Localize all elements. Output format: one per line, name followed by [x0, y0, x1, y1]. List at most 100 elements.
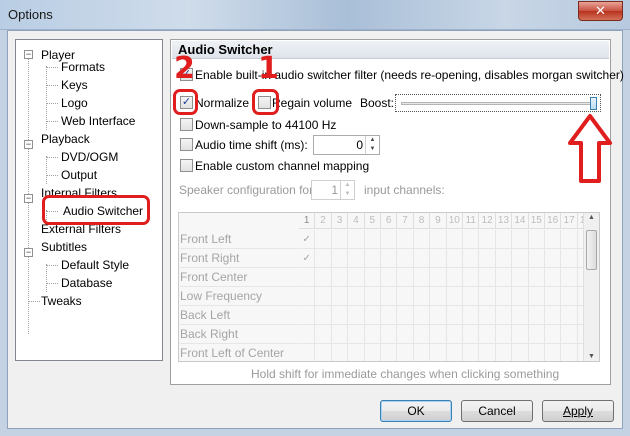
- grid-cell[interactable]: [545, 325, 562, 344]
- grid-cell[interactable]: [545, 306, 562, 325]
- tree-item-web-interface[interactable]: Web Interface: [61, 112, 135, 130]
- grid-cell[interactable]: [348, 287, 365, 306]
- tree-item-keys[interactable]: Keys: [61, 76, 88, 94]
- spin-up-icon[interactable]: ▲: [366, 136, 379, 145]
- grid-cell[interactable]: [529, 344, 545, 361]
- grid-cell[interactable]: [397, 325, 414, 344]
- grid-cell[interactable]: [430, 287, 447, 306]
- grid-cell[interactable]: [561, 344, 578, 361]
- grid-cell[interactable]: [315, 287, 332, 306]
- tree-collapse-playback[interactable]: −: [24, 140, 33, 149]
- grid-cell[interactable]: [446, 268, 463, 287]
- grid-cell[interactable]: [381, 306, 398, 325]
- grid-cell[interactable]: [413, 230, 431, 249]
- grid-cell[interactable]: [332, 344, 349, 361]
- grid-cell[interactable]: [561, 268, 578, 287]
- grid-cell[interactable]: [463, 344, 480, 361]
- grid-cell[interactable]: [315, 249, 332, 268]
- grid-cell[interactable]: [495, 268, 513, 287]
- grid-cell[interactable]: [381, 344, 398, 361]
- grid-cell[interactable]: [348, 268, 365, 287]
- grid-cell[interactable]: [447, 344, 463, 361]
- scroll-down-icon[interactable]: ▼: [584, 353, 599, 360]
- grid-cell[interactable]: [512, 287, 529, 306]
- cancel-button[interactable]: Cancel: [461, 400, 533, 422]
- downsample-checkbox[interactable]: [180, 118, 193, 131]
- grid-cell[interactable]: [561, 249, 578, 268]
- grid-cell[interactable]: [495, 230, 513, 249]
- grid-cell[interactable]: [430, 268, 447, 287]
- grid-cell[interactable]: [315, 230, 332, 249]
- grid-cell[interactable]: [413, 287, 431, 306]
- grid-cell[interactable]: [331, 230, 349, 249]
- grid-cell[interactable]: [331, 268, 349, 287]
- grid-cell[interactable]: [479, 268, 496, 287]
- grid-cell[interactable]: [446, 249, 463, 268]
- grid-cell[interactable]: [315, 344, 332, 361]
- grid-cell[interactable]: [413, 249, 431, 268]
- grid-cell[interactable]: [561, 287, 578, 306]
- grid-cell[interactable]: [364, 306, 381, 325]
- grid-cell[interactable]: [397, 268, 414, 287]
- grid-cell[interactable]: [397, 344, 414, 361]
- grid-cell[interactable]: [364, 268, 381, 287]
- grid-cell[interactable]: [545, 344, 562, 361]
- grid-cell[interactable]: [381, 249, 398, 268]
- channel-mapping-grid[interactable]: 123456789101112131415161718 Front Left✓F…: [178, 212, 600, 362]
- grid-cell[interactable]: [545, 268, 562, 287]
- grid-cell[interactable]: [299, 287, 316, 306]
- boost-slider[interactable]: [395, 94, 601, 112]
- close-button[interactable]: ✕: [578, 1, 623, 21]
- grid-cell[interactable]: [315, 268, 332, 287]
- grid-cell[interactable]: [495, 306, 513, 325]
- grid-cell[interactable]: ✓: [299, 249, 316, 268]
- grid-cell[interactable]: [512, 306, 529, 325]
- custom-mapping-checkbox[interactable]: [180, 159, 193, 172]
- grid-cell[interactable]: [315, 325, 332, 344]
- ok-button[interactable]: OK: [380, 400, 452, 422]
- grid-cell[interactable]: [299, 344, 316, 361]
- tree-item-playback[interactable]: Playback: [41, 130, 90, 148]
- grid-cell[interactable]: [463, 325, 480, 344]
- tree-collapse-player[interactable]: −: [24, 50, 33, 59]
- grid-cell[interactable]: [381, 230, 398, 249]
- spin-down-icon[interactable]: ▼: [366, 145, 379, 154]
- grid-cell[interactable]: [495, 249, 513, 268]
- grid-cell[interactable]: [430, 325, 447, 344]
- tree-item-logo[interactable]: Logo: [61, 94, 88, 112]
- grid-cell[interactable]: [512, 268, 529, 287]
- grid-cell[interactable]: [299, 268, 316, 287]
- grid-cell[interactable]: [397, 306, 414, 325]
- slider-thumb[interactable]: [590, 97, 597, 110]
- grid-cell[interactable]: [479, 306, 496, 325]
- grid-cell[interactable]: [430, 306, 447, 325]
- grid-cell[interactable]: [348, 230, 365, 249]
- grid-cell[interactable]: [463, 230, 480, 249]
- tree-collapse-internal-filters[interactable]: −: [24, 194, 33, 203]
- time-shift-checkbox[interactable]: [180, 138, 193, 151]
- tree-item-formats[interactable]: Formats: [61, 58, 105, 76]
- grid-cell[interactable]: [528, 306, 545, 325]
- grid-cell[interactable]: [479, 287, 496, 306]
- grid-cell[interactable]: [561, 230, 578, 249]
- grid-cell[interactable]: [381, 287, 398, 306]
- grid-cell[interactable]: [299, 306, 316, 325]
- grid-cell[interactable]: [397, 230, 414, 249]
- grid-cell[interactable]: [463, 268, 480, 287]
- spinner-arrows[interactable]: ▲ ▼: [365, 136, 379, 154]
- grid-cell[interactable]: [430, 230, 447, 249]
- grid-cell[interactable]: [364, 249, 381, 268]
- grid-cell[interactable]: [413, 306, 431, 325]
- grid-cell[interactable]: [413, 268, 431, 287]
- input-channels-spinner[interactable]: 1 ▲ ▼: [311, 180, 355, 200]
- grid-cell[interactable]: [561, 306, 578, 325]
- scrollbar-thumb[interactable]: [586, 230, 597, 270]
- grid-cell[interactable]: [496, 344, 513, 361]
- grid-cell[interactable]: [414, 344, 431, 361]
- grid-cell[interactable]: [528, 325, 545, 344]
- grid-cell[interactable]: [348, 325, 365, 344]
- grid-cell[interactable]: [381, 325, 398, 344]
- grid-cell[interactable]: [528, 249, 545, 268]
- grid-cell[interactable]: [479, 325, 496, 344]
- grid-cell[interactable]: [512, 249, 529, 268]
